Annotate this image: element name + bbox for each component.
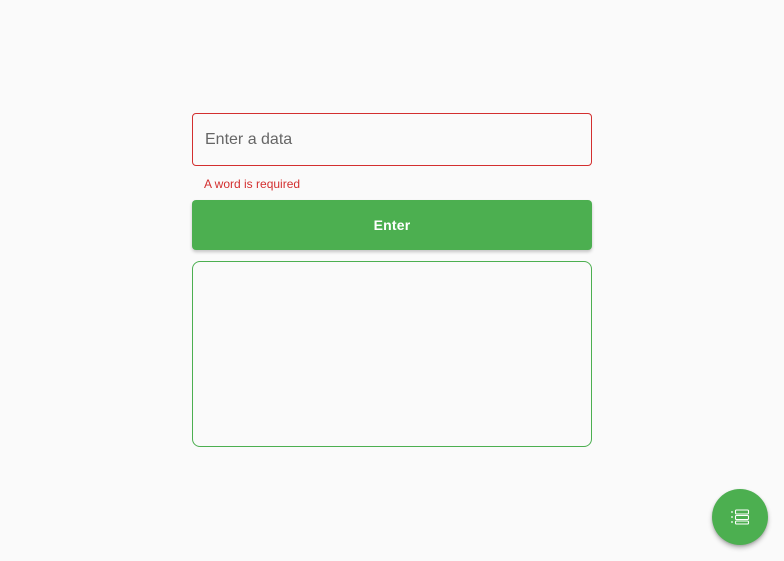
enter-button[interactable]: Enter bbox=[192, 200, 592, 250]
list-icon bbox=[730, 507, 750, 527]
list-fab-button[interactable] bbox=[712, 489, 768, 545]
data-input-field[interactable] bbox=[192, 113, 592, 166]
input-error-message: A word is required bbox=[204, 177, 301, 191]
data-entry-form: A word is required Enter bbox=[192, 113, 592, 447]
result-output-box bbox=[192, 261, 592, 447]
